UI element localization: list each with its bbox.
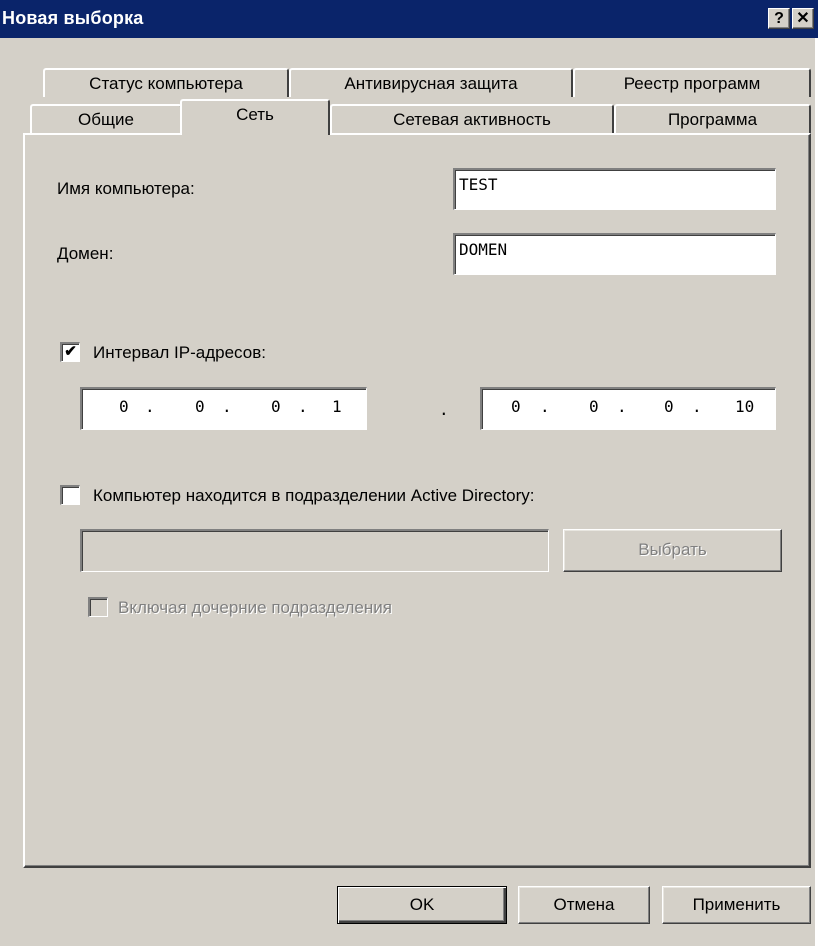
ip-dot: . — [617, 397, 627, 416]
ip-to-input[interactable]: 0 . 0 . 0 . 10 — [480, 387, 776, 430]
ip-dot: . — [540, 397, 550, 416]
ip-dot: . — [692, 397, 702, 416]
computer-name-label: Имя компьютера: — [57, 179, 195, 198]
ip-octet: 0 — [271, 397, 281, 416]
dialog-window: Новая выборка ? ✕ Статус компьютера Анти… — [0, 0, 818, 946]
ad-unit-checkbox[interactable] — [60, 485, 80, 505]
include-children-checkbox[interactable] — [88, 597, 108, 617]
ip-octet: 0 — [511, 397, 521, 416]
include-children-label[interactable]: Включая дочерние подразделения — [118, 598, 392, 618]
ip-octet: 0 — [589, 397, 599, 416]
ip-octet: 1 — [332, 397, 342, 416]
domain-label: Домен: — [57, 244, 114, 263]
ip-octet: 10 — [735, 397, 755, 416]
ip-range-checkbox[interactable]: ✔ — [60, 342, 80, 362]
ad-unit-input[interactable] — [80, 529, 549, 572]
ip-dot: . — [298, 397, 308, 416]
ip-dot: . — [145, 397, 155, 416]
choose-button[interactable]: Выбрать — [563, 529, 782, 572]
ip-octet: 0 — [664, 397, 674, 416]
domain-input[interactable]: DOMEN — [453, 233, 776, 275]
ip-dot: . — [222, 397, 232, 416]
ip-octet: 0 — [195, 397, 205, 416]
ip-range-separator: . — [439, 400, 449, 419]
form-area: Имя компьютера: TEST Домен: DOMEN ✔ Инте… — [0, 0, 818, 946]
ad-unit-label[interactable]: Компьютер находится в подразделении Acti… — [93, 486, 535, 506]
computer-name-input[interactable]: TEST — [453, 168, 776, 210]
ip-range-label[interactable]: Интервал IP-адресов: — [93, 343, 266, 363]
ip-octet: 0 — [119, 397, 129, 416]
ip-from-input[interactable]: 0 . 0 . 0 . 1 — [80, 387, 367, 430]
